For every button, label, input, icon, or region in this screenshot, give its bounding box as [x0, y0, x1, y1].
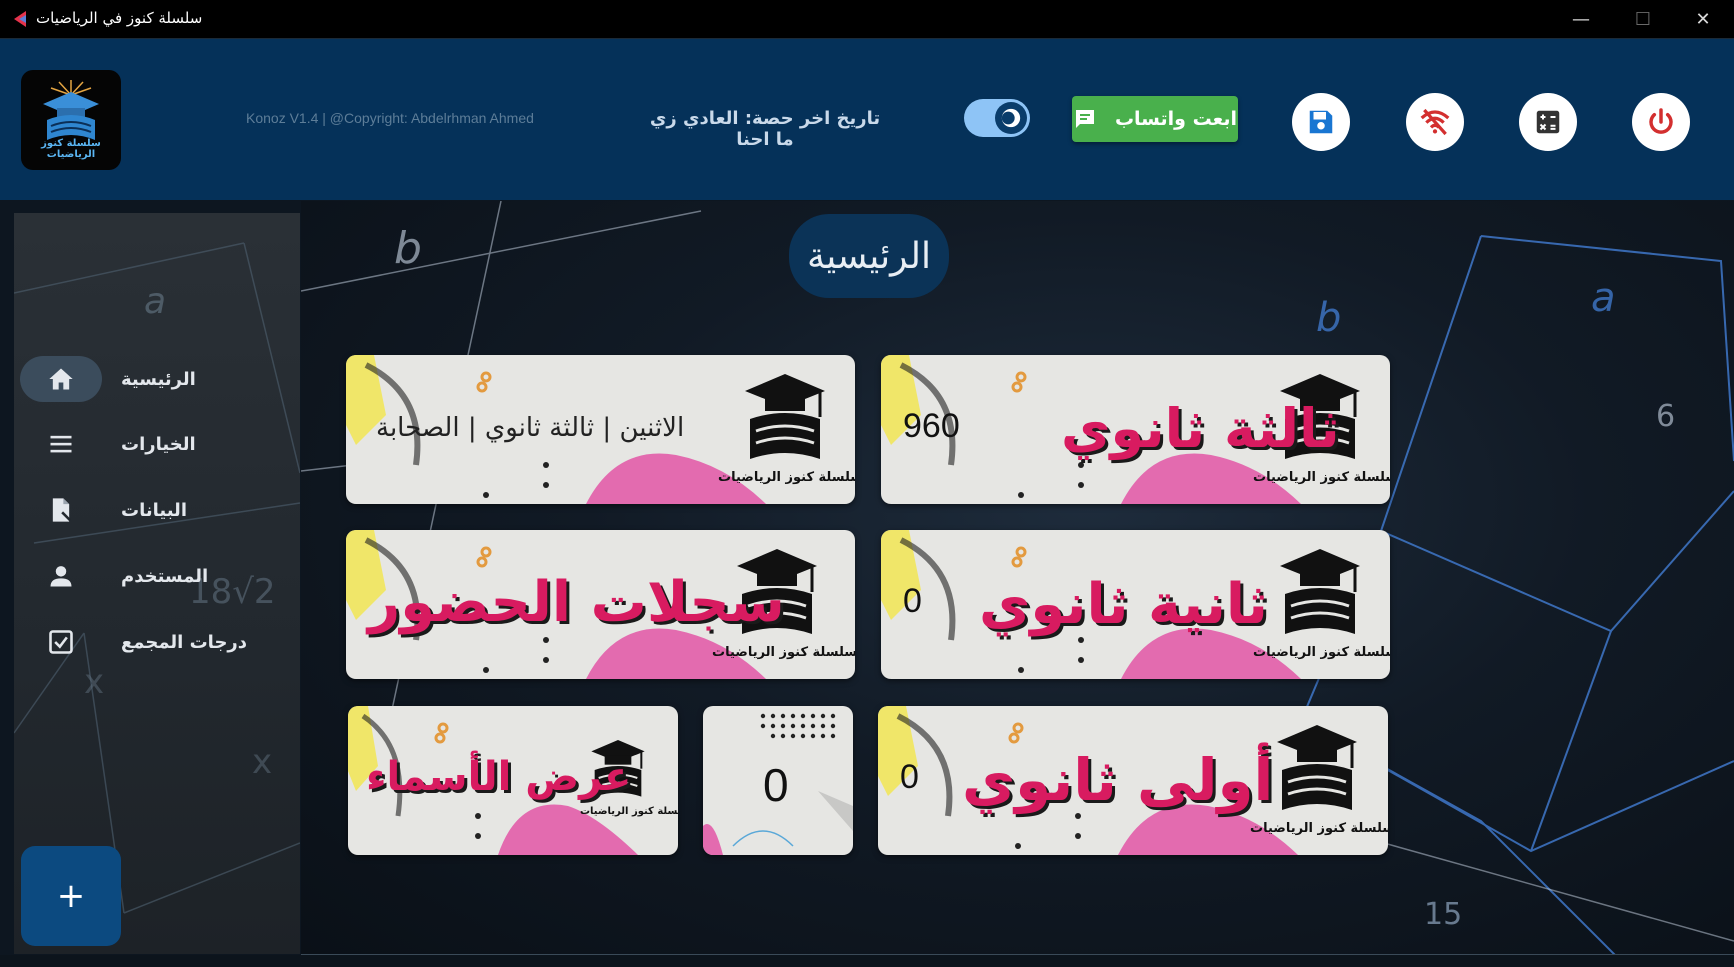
svg-text:b: b	[1316, 295, 1341, 341]
calculator-icon	[1536, 110, 1560, 134]
brand-label: سلسلة كنوز الرياضيات	[580, 806, 678, 817]
app-logo-icon	[14, 11, 26, 27]
wifi-off-icon	[1420, 108, 1450, 136]
logo-caption: سلسلة كنوز الرياضيات	[41, 138, 101, 160]
window-title: سلسلة كنوز في الرياضيات	[36, 9, 203, 27]
main-area: b b a 6 15 الرئيسية سلسلة كنوز الرياضيات…	[301, 201, 1734, 954]
svg-text:15: 15	[1424, 897, 1462, 932]
attendance-card[interactable]: سلسلة كنوز الرياضيات سجلات الحضور	[346, 530, 855, 679]
card-title: عرض الأسماء	[366, 754, 632, 800]
svg-text:b: b	[394, 223, 422, 274]
nav-icon-wrap	[20, 421, 102, 467]
nav-icon-wrap	[20, 619, 102, 665]
sidebar-item-grades[interactable]: درجات المجمع	[20, 619, 290, 665]
theme-toggle[interactable]	[964, 99, 1030, 137]
brand-label: سلسلة كنوز الرياضيات	[712, 645, 855, 660]
first-secondary-card[interactable]: سلسلة كنوز الرياضيات أولى ثانوي 0	[878, 706, 1388, 855]
save-icon	[1309, 110, 1333, 134]
brand-label: سلسلة كنوز الرياضيات	[1250, 821, 1388, 836]
sidebar-item-home[interactable]: الرئيسية	[20, 356, 290, 402]
checkbox-icon	[49, 630, 73, 654]
sidebar-item-label: درجات المجمع	[121, 631, 248, 653]
page-title: الرئيسية	[789, 214, 949, 298]
schedule-text: الاثنين | ثالثة ثانوي | الصحابة	[376, 413, 685, 443]
user-icon	[50, 566, 72, 587]
student-count: 0	[900, 758, 919, 796]
title-bar: سلسلة كنوز في الرياضيات — ☐ ✕	[0, 0, 1734, 39]
maximize-button[interactable]: ☐	[1620, 4, 1666, 34]
bottom-strip	[0, 955, 1734, 967]
svg-text:6: 6	[1656, 399, 1675, 434]
wifi-off-button[interactable]	[1406, 93, 1464, 151]
chat-icon	[1075, 110, 1094, 128]
second-secondary-card[interactable]: سلسلة كنوز الرياضيات ثانية ثانوي 0	[881, 530, 1390, 679]
close-button[interactable]: ✕	[1680, 4, 1726, 34]
counter-card[interactable]: 0	[703, 706, 853, 855]
brand-label: سلسلة كنوز الرياضيات	[1253, 645, 1390, 660]
sidebar-item-label: المستخدم	[121, 565, 209, 587]
graduation-cap-icon	[1280, 549, 1360, 634]
svg-text:a: a	[144, 281, 166, 322]
sidebar-item-label: البيانات	[121, 499, 187, 521]
power-icon	[1649, 108, 1673, 134]
third-secondary-card[interactable]: سلسلة كنوز الرياضيات ثالثة ثانوي 960	[881, 355, 1390, 504]
whatsapp-button-label: ابعت واتساب	[1114, 108, 1238, 130]
nav-icon-wrap	[20, 356, 102, 402]
svg-text:a: a	[1591, 275, 1616, 321]
copyright-text: Konoz V1.4 | @Copyright: Abdelrhman Ahme…	[246, 110, 534, 126]
student-count: 960	[903, 407, 960, 445]
sidebar: a 18√2 x x الرئيسية الخيارات البيانات ال…	[14, 213, 300, 954]
card-title: ثانية ثانوي	[979, 572, 1269, 637]
whatsapp-button[interactable]: ابعت واتساب	[1072, 96, 1238, 142]
sidebar-item-label: الرئيسية	[121, 368, 196, 390]
app-logo: سلسلة كنوز الرياضيات	[21, 70, 121, 170]
card-title: سجلات الحضور	[368, 570, 786, 635]
app-header: سلسلة كنوز الرياضيات Konoz V1.4 | @Copyr…	[0, 39, 1734, 200]
sidebar-item-options[interactable]: الخيارات	[20, 421, 290, 467]
student-count: 0	[903, 582, 922, 620]
svg-text:x: x	[84, 662, 104, 702]
plus-icon: +	[56, 876, 86, 916]
svg-text:x: x	[252, 742, 272, 782]
sidebar-item-label: الخيارات	[121, 433, 196, 455]
names-card[interactable]: سلسلة كنوز الرياضيات عرض الأسماء	[348, 706, 678, 855]
sidebar-item-user[interactable]: المستخدم	[20, 553, 290, 599]
card-title: ثالثة ثانوي	[1061, 397, 1341, 460]
save-button[interactable]	[1292, 93, 1350, 151]
sidebar-item-data[interactable]: البيانات	[20, 487, 290, 533]
counter-value: 0	[763, 759, 789, 811]
graduation-cap-icon	[745, 374, 825, 459]
schedule-card[interactable]: سلسلة كنوز الرياضيات الاثنين | ثالثة ثان…	[346, 355, 855, 504]
toggle-knob	[995, 102, 1027, 134]
nav-icon-wrap	[20, 553, 102, 599]
add-button[interactable]: +	[21, 846, 121, 946]
brand-label: سلسلة كنوز الرياضيات	[718, 470, 855, 485]
last-session-text: تاريخ اخر حصة: العادي زي ما احنا	[649, 108, 881, 150]
graduation-cap-icon	[1277, 725, 1357, 810]
home-icon	[49, 368, 73, 390]
minimize-button[interactable]: —	[1558, 4, 1604, 34]
calculator-button[interactable]	[1519, 93, 1577, 151]
eye-icon	[1001, 108, 1021, 128]
nav-icon-wrap	[20, 487, 102, 533]
power-button[interactable]	[1632, 93, 1690, 151]
card-title: أولى ثانوي	[962, 746, 1274, 814]
file-icon	[52, 498, 72, 522]
brand-label: سلسلة كنوز الرياضيات	[1253, 470, 1390, 485]
menu-icon	[50, 435, 72, 453]
